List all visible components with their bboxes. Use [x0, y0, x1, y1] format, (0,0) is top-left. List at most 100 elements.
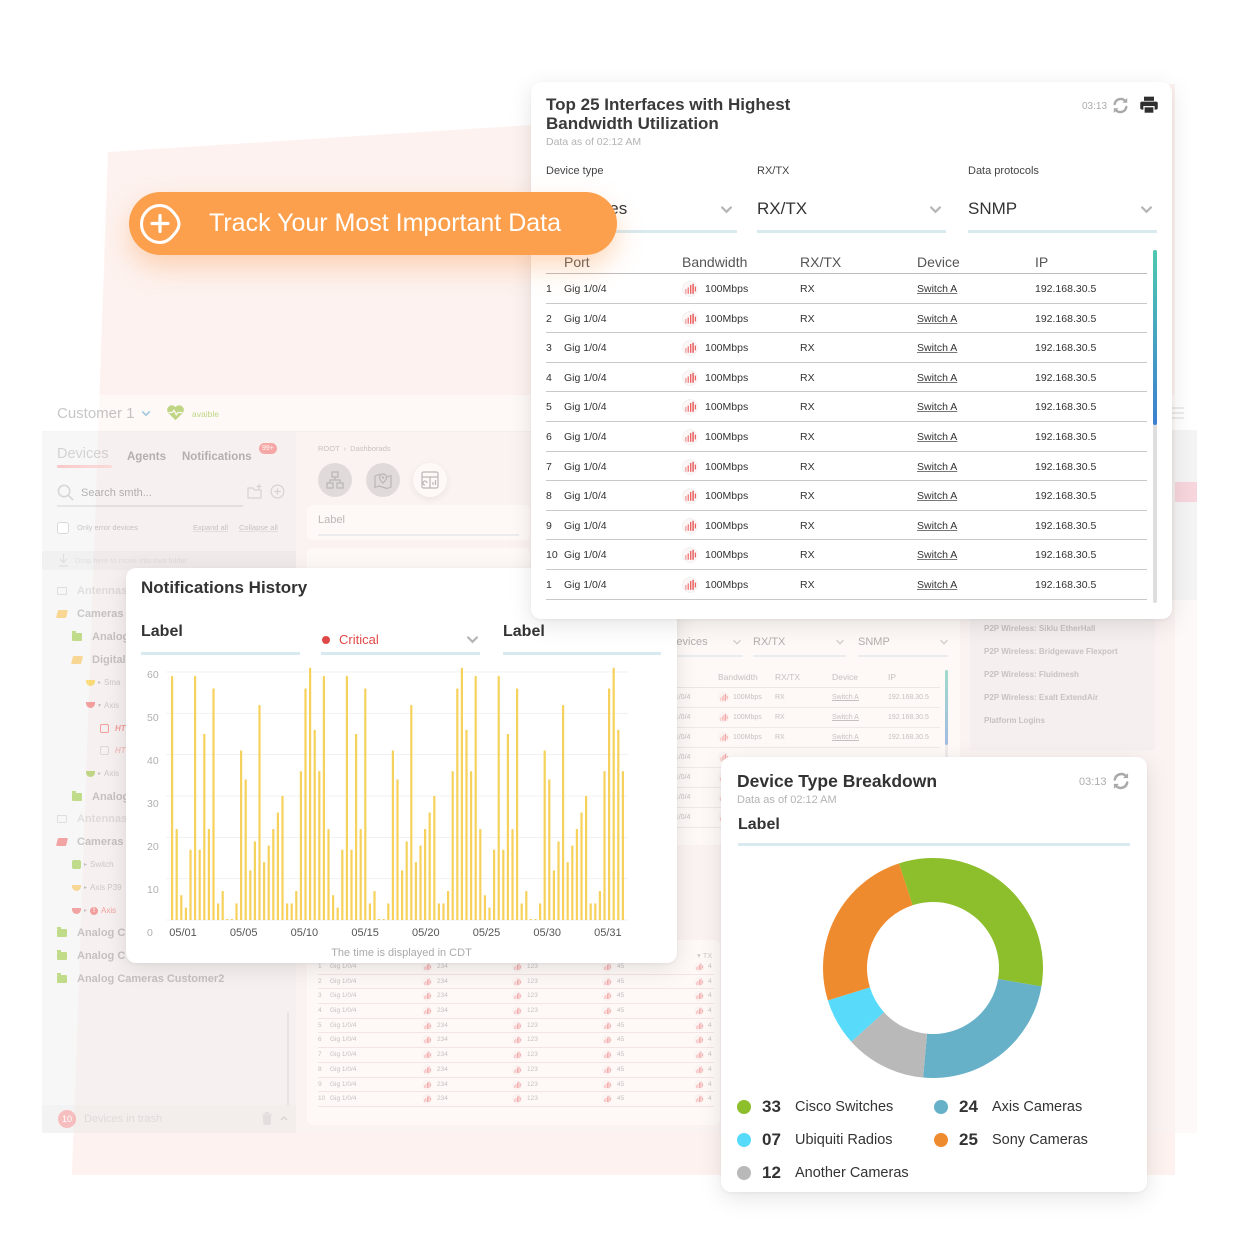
mini-protocol-select[interactable]: SNMP: [858, 636, 890, 648]
expand-caret-icon[interactable]: ▸: [84, 861, 87, 868]
device-link[interactable]: Switch A: [917, 401, 957, 413]
tab-devices[interactable]: Devices: [57, 446, 109, 462]
mini-rxtx-select[interactable]: RX/TX: [753, 636, 785, 648]
bar: [433, 796, 436, 920]
table-row[interactable]: 10 Gig 1/0/4 100Mbps RX Switch A 192.168…: [546, 540, 1147, 570]
device-link[interactable]: Switch A: [832, 714, 859, 721]
table-row[interactable]: 4 Gig 1/0/4 234 123 45 4: [318, 1004, 714, 1019]
device-link[interactable]: Switch A: [917, 342, 957, 354]
device-search-input[interactable]: [81, 487, 231, 499]
only-error-checkbox[interactable]: [57, 522, 69, 534]
add-device-icon[interactable]: [270, 484, 285, 499]
legend-color-dot: [934, 1133, 948, 1147]
expand-caret-icon[interactable]: ▸: [84, 907, 87, 914]
chevron-up-icon[interactable]: [280, 1115, 288, 1121]
table-row[interactable]: 6 Gig 1/0/4 100Mbps RX Switch A 192.168.…: [546, 422, 1147, 452]
table-row[interactable]: 8 Gig 1/0/4 234 123 45 4: [318, 1063, 714, 1078]
column-header-rxtx[interactable]: RX/TX: [800, 254, 841, 270]
device-link[interactable]: Switch A: [832, 734, 859, 741]
tree-item[interactable]: ! Analog Cameras Customer2: [42, 968, 296, 991]
tab-agents[interactable]: Agents: [127, 451, 166, 463]
table-row[interactable]: Gig 1/0/4 100Mbps RX Switch A 192.168.30…: [650, 688, 940, 708]
device-link[interactable]: Switch A: [917, 461, 957, 473]
signal-icon: [422, 991, 432, 1001]
table-row[interactable]: 1 Gig 1/0/4 100Mbps RX Switch A 192.168.…: [546, 274, 1147, 304]
add-folder-icon[interactable]: [247, 484, 263, 499]
trash-icon[interactable]: [262, 1112, 272, 1125]
widget-list-item[interactable]: P2P Wireless: Fluidmesh: [984, 670, 1118, 693]
filter-label-left[interactable]: Label: [141, 623, 183, 641]
collapse-all-link[interactable]: Collapse all: [239, 523, 278, 532]
device-link[interactable]: Switch A: [917, 431, 957, 443]
device-link[interactable]: Switch A: [917, 579, 957, 591]
customer-selector[interactable]: Customer 1: [57, 405, 151, 422]
legend-item[interactable]: 33 Cisco Switches: [737, 1090, 934, 1123]
device-link[interactable]: Switch A: [917, 372, 957, 384]
expand-caret-icon[interactable]: ▸: [98, 679, 101, 686]
table-row[interactable]: 7 Gig 1/0/4 100Mbps RX Switch A 192.168.…: [546, 452, 1147, 482]
trash-section[interactable]: 10 Devices in trash: [42, 1105, 296, 1133]
dashboard-view-button[interactable]: [413, 463, 447, 497]
port-cell: Gig 1/0/4: [330, 977, 357, 985]
device-link[interactable]: Switch A: [917, 549, 957, 561]
table-row[interactable]: 5 Gig 1/0/4 234 123 45 4: [318, 1019, 714, 1034]
column-header-ip[interactable]: IP: [1035, 254, 1048, 270]
legend-item[interactable]: 07 Ubiquiti Radios: [737, 1123, 934, 1156]
widget-list-item[interactable]: P2P Wireless: Bridgewave Flexport: [984, 647, 1118, 670]
device-link[interactable]: Switch A: [917, 520, 957, 532]
table-row[interactable]: 2 Gig 1/0/4 100Mbps RX Switch A 192.168.…: [546, 304, 1147, 334]
tab-notifications[interactable]: Notifications: [182, 451, 252, 463]
network-view-button[interactable]: [318, 463, 352, 497]
filter-label-right[interactable]: Label: [503, 623, 545, 641]
legend-item[interactable]: 12 Another Cameras: [737, 1156, 934, 1189]
scrollbar-thumb[interactable]: [945, 670, 948, 745]
device-link[interactable]: Switch A: [917, 283, 957, 295]
signal-icon: [512, 977, 522, 987]
rxtx-select[interactable]: RX/TX: [757, 192, 946, 233]
table-row[interactable]: 3 Gig 1/0/4 100Mbps RX Switch A 192.168.…: [546, 333, 1147, 363]
scrollbar-thumb[interactable]: [1153, 250, 1157, 425]
refresh-icon[interactable]: [1111, 96, 1130, 115]
label-panel[interactable]: Label: [307, 505, 530, 540]
table-row[interactable]: 10 Gig 1/0/4 234 123 45 4: [318, 1092, 714, 1107]
expand-all-link[interactable]: Expand all: [193, 523, 228, 532]
table-row[interactable]: 7 Gig 1/0/4 234 123 45 4: [318, 1048, 714, 1063]
widget-list-item[interactable]: P2P Wireless: Exalt ExtendAir: [984, 693, 1118, 716]
legend-item[interactable]: 24 Axis Cameras: [934, 1090, 1131, 1123]
track-data-button[interactable]: Track Your Most Important Data: [129, 192, 617, 255]
widget-list-item[interactable]: Platform Logins: [984, 716, 1118, 739]
bar: [378, 919, 381, 920]
table-row[interactable]: 5 Gig 1/0/4 100Mbps RX Switch A 192.168.…: [546, 392, 1147, 422]
legend-item[interactable]: 25 Sony Cameras: [934, 1123, 1131, 1156]
table-row[interactable]: 8 Gig 1/0/4 100Mbps RX Switch A 192.168.…: [546, 481, 1147, 511]
table-row[interactable]: 1 Gig 1/0/4 100Mbps RX Switch A 192.168.…: [546, 570, 1147, 600]
column-header-bandwidth[interactable]: Bandwidth: [682, 254, 747, 270]
table-row[interactable]: 2 Gig 1/0/4 234 123 45 4: [318, 975, 714, 990]
breadcrumb-root[interactable]: ROOT: [318, 444, 340, 453]
table-row[interactable]: 9 Gig 1/0/4 234 123 45 4: [318, 1078, 714, 1093]
table-row[interactable]: 9 Gig 1/0/4 100Mbps RX Switch A 192.168.…: [546, 511, 1147, 541]
x-tick-label: 05/31: [594, 927, 622, 939]
table-row[interactable]: Gig 1/0/4 100Mbps RX Switch A 192.168.30…: [650, 708, 940, 728]
table-row[interactable]: Gig 1/0/4 100Mbps RX Switch A 192.168.30…: [650, 728, 940, 748]
column-header-device[interactable]: Device: [917, 254, 960, 270]
print-icon[interactable]: [1139, 95, 1159, 115]
hamburger-menu-icon[interactable]: [1170, 407, 1184, 419]
expand-caret-icon[interactable]: ▸: [98, 770, 101, 777]
column-header-port[interactable]: Port: [564, 254, 590, 270]
map-view-button[interactable]: [366, 463, 400, 497]
table-scrollbar[interactable]: [1153, 250, 1157, 603]
device-link[interactable]: Switch A: [917, 490, 957, 502]
interfaces-table-body: 1 Gig 1/0/4 100Mbps RX Switch A 192.168.…: [546, 274, 1147, 600]
expand-caret-icon[interactable]: ▸: [84, 884, 87, 891]
signal-icon: [602, 977, 612, 987]
data-protocols-select[interactable]: SNMP: [968, 192, 1157, 233]
table-row[interactable]: 4 Gig 1/0/4 100Mbps RX Switch A 192.168.…: [546, 363, 1147, 393]
widget-list-item[interactable]: P2P Wireless: Siklu EtherHall: [984, 624, 1118, 647]
expand-caret-icon[interactable]: ▾: [98, 702, 101, 709]
table-row[interactable]: 3 Gig 1/0/4 234 123 45 4: [318, 989, 714, 1005]
sort-column-header[interactable]: ▾ TX: [697, 951, 712, 960]
table-row[interactable]: 6 Gig 1/0/4 234 123 45 4: [318, 1033, 714, 1049]
device-link[interactable]: Switch A: [832, 694, 859, 701]
device-link[interactable]: Switch A: [917, 313, 957, 325]
